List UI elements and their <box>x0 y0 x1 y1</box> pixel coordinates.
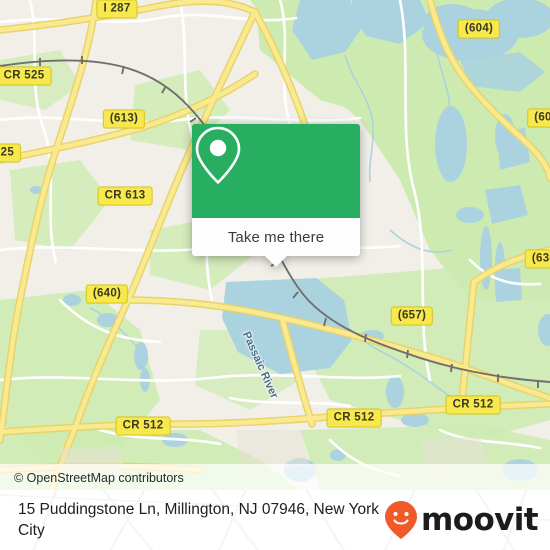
road-shield: I 287 <box>96 0 138 19</box>
road-shield: CR 525 <box>0 66 52 86</box>
road-shield: CR 512 <box>115 416 171 436</box>
road-shield: (60 <box>527 108 550 128</box>
location-callout-card[interactable]: Take me there <box>192 124 360 267</box>
map-attribution-bar: © OpenStreetMap contributors <box>0 464 550 490</box>
moovit-smiley-pin-icon <box>385 501 418 539</box>
callout-footer[interactable]: Take me there <box>192 218 360 267</box>
road-shield: (638 <box>524 249 550 269</box>
footer-bar: 15 Puddingstone Ln, Millington, NJ 07946… <box>0 490 550 550</box>
road-shield: CR 613 <box>97 186 153 206</box>
road-shield: (657) <box>390 306 434 326</box>
road-shield: 525 <box>0 143 22 163</box>
moovit-logo[interactable]: moovit <box>384 500 539 540</box>
address-text: 15 Puddingstone Ln, Millington, NJ 07946… <box>18 501 380 539</box>
road-shield: CR 512 <box>326 408 382 428</box>
map-canvas[interactable]: I 287 CR 525 (613) 525 CR 613 (640) CR 5… <box>0 0 550 490</box>
osm-attribution-text: © OpenStreetMap contributors <box>14 471 184 485</box>
road-shield: (640) <box>85 284 129 304</box>
moovit-map-screenshot: I 287 CR 525 (613) 525 CR 613 (640) CR 5… <box>0 0 550 550</box>
road-shield: (613) <box>102 109 146 129</box>
take-me-there-label: Take me there <box>227 228 325 246</box>
callout-header <box>192 124 360 218</box>
moovit-wordmark: moovit <box>421 502 539 538</box>
road-shield: CR 512 <box>445 395 501 415</box>
road-shield: (604) <box>457 19 501 39</box>
callout-pointer <box>265 256 287 267</box>
map-pin-icon <box>195 126 241 184</box>
